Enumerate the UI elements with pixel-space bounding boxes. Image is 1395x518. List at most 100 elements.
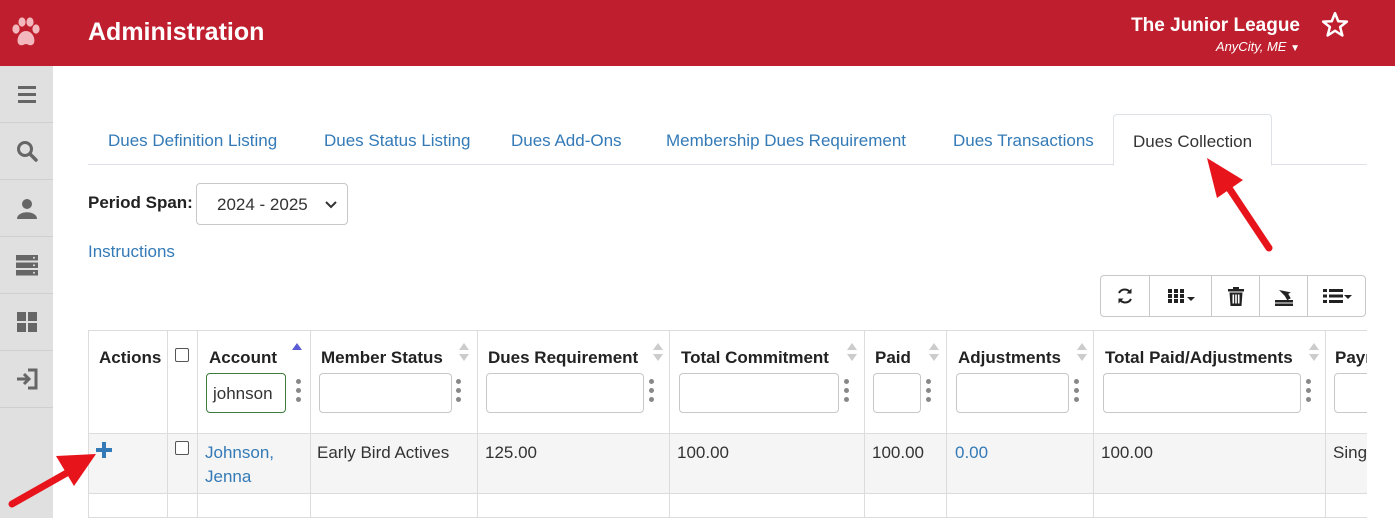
- sidebar-item-menu[interactable]: [0, 66, 53, 123]
- dashboard-icon: [16, 312, 37, 332]
- member-status-filter-menu-icon[interactable]: [456, 379, 462, 405]
- header-adjustments[interactable]: Adjustments: [958, 348, 1061, 368]
- sidebar-item-logout[interactable]: [0, 351, 53, 408]
- sidebar-item-search[interactable]: [0, 123, 53, 180]
- tab-bar: Dues Definition Listing Dues Status List…: [88, 114, 1367, 166]
- header-member-status[interactable]: Member Status: [321, 348, 443, 368]
- column-payment: Payı Singl: [1326, 331, 1367, 517]
- sort-icon[interactable]: [1077, 342, 1087, 362]
- annotation-arrow-tab: [1207, 158, 1273, 252]
- sort-asc-icon[interactable]: [292, 342, 302, 362]
- columns-icon: [1167, 289, 1195, 303]
- plus-icon: [96, 442, 112, 458]
- period-span-value: 2024 - 2025: [217, 195, 308, 214]
- tab-dues-definition-listing[interactable]: Dues Definition Listing: [108, 114, 277, 165]
- sort-icon[interactable]: [1309, 342, 1319, 362]
- app-header: Administration The Junior League AnyCity…: [0, 0, 1395, 66]
- logout-icon: [16, 368, 37, 390]
- column-total-commitment: Total Commitment 100.00: [670, 331, 865, 517]
- member-status-cell: Early Bird Actives: [317, 443, 450, 462]
- refresh-icon: [1118, 288, 1132, 304]
- sort-icon[interactable]: [459, 342, 469, 362]
- column-member-status: Member Status Early Bird Actives: [311, 331, 478, 517]
- column-dues-requirement: Dues Requirement 125.00: [478, 331, 670, 517]
- adjustments-link[interactable]: 0.00: [955, 441, 988, 465]
- tab-membership-dues-requirement[interactable]: Membership Dues Requirement: [666, 114, 906, 165]
- menu-icon: [17, 86, 36, 103]
- header-dues-requirement[interactable]: Dues Requirement: [488, 348, 638, 368]
- org-city-label: AnyCity, ME: [1215, 39, 1287, 54]
- total-commitment-cell: 100.00: [677, 443, 729, 462]
- chevron-down-icon: [325, 201, 337, 209]
- org-city-dropdown[interactable]: AnyCity, ME ▼: [1216, 39, 1300, 54]
- expand-row-button[interactable]: [95, 441, 113, 464]
- total-paid-adjustments-filter-menu-icon[interactable]: [1306, 379, 1312, 405]
- sort-icon[interactable]: [929, 342, 939, 362]
- export-button[interactable]: [1260, 276, 1308, 316]
- header-total-commitment[interactable]: Total Commitment: [681, 348, 829, 368]
- total-commitment-filter-menu-icon[interactable]: [844, 379, 850, 405]
- dues-collection-table: Actions Account johnson Johnson, Jenna M…: [88, 330, 1367, 518]
- member-status-filter-input[interactable]: [319, 373, 452, 413]
- paid-filter-menu-icon[interactable]: [926, 379, 932, 405]
- caret-down-icon: ▼: [1290, 43, 1300, 54]
- account-filter-input[interactable]: johnson: [206, 373, 286, 413]
- column-adjustments: Adjustments 0.00: [947, 331, 1094, 517]
- sort-icon[interactable]: [653, 342, 663, 362]
- column-account: Account johnson Johnson, Jenna: [198, 331, 311, 517]
- period-span-select[interactable]: 2024 - 2025: [196, 183, 348, 225]
- tab-dues-add-ons[interactable]: Dues Add-Ons: [511, 114, 622, 165]
- payment-filter-input[interactable]: [1334, 373, 1367, 413]
- row-checkbox[interactable]: [175, 441, 189, 455]
- sidebar-item-user[interactable]: [0, 180, 53, 237]
- period-span-label: Period Span:: [88, 193, 193, 212]
- sidebar-item-server[interactable]: [0, 237, 53, 294]
- column-select: [168, 331, 198, 517]
- adjustments-filter-input[interactable]: [956, 373, 1069, 413]
- header-payment[interactable]: Payı: [1335, 348, 1367, 368]
- favorite-star-icon[interactable]: [1320, 10, 1350, 40]
- account-link[interactable]: Johnson, Jenna: [205, 441, 274, 489]
- column-total-paid-adjustments: Total Paid/Adjustments 100.00: [1094, 331, 1326, 517]
- select-all-checkbox[interactable]: [175, 348, 189, 362]
- total-commitment-filter-input[interactable]: [679, 373, 839, 413]
- total-paid-adjustments-filter-input[interactable]: [1103, 373, 1301, 413]
- org-name[interactable]: The Junior League: [1131, 15, 1300, 37]
- paid-filter-input[interactable]: [873, 373, 921, 413]
- column-paid: Paid 100.00: [865, 331, 947, 517]
- header-account[interactable]: Account: [209, 348, 277, 368]
- account-last-name: Johnson,: [205, 443, 274, 462]
- grid-toolbar: [1100, 275, 1366, 317]
- columns-menu-button[interactable]: [1150, 276, 1212, 316]
- dues-requirement-filter-menu-icon[interactable]: [649, 379, 655, 405]
- list-menu-button[interactable]: [1308, 276, 1365, 316]
- server-icon: [15, 255, 38, 276]
- instructions-link[interactable]: Instructions: [88, 242, 175, 262]
- adjustments-filter-menu-icon[interactable]: [1074, 379, 1080, 405]
- column-actions: Actions: [89, 331, 168, 517]
- paid-cell: 100.00: [872, 443, 924, 462]
- payment-cell: Singl: [1333, 443, 1367, 462]
- paw-logo-icon[interactable]: [0, 0, 52, 66]
- header-total-paid-adjustments[interactable]: Total Paid/Adjustments: [1105, 348, 1293, 368]
- refresh-button[interactable]: [1101, 276, 1150, 316]
- tab-dues-collection[interactable]: Dues Collection: [1113, 114, 1273, 166]
- tab-dues-status-listing[interactable]: Dues Status Listing: [324, 114, 470, 165]
- header-paid[interactable]: Paid: [875, 348, 911, 368]
- search-icon: [16, 141, 38, 162]
- account-first-name: Jenna: [205, 467, 252, 486]
- sidebar-item-dashboard[interactable]: [0, 294, 53, 351]
- dues-requirement-cell: 125.00: [485, 443, 537, 462]
- export-icon: [1274, 289, 1293, 306]
- tab-dues-transactions[interactable]: Dues Transactions: [953, 114, 1094, 165]
- delete-button[interactable]: [1212, 276, 1260, 316]
- account-filter-menu-icon[interactable]: [296, 379, 302, 405]
- trash-icon: [1227, 286, 1244, 306]
- sidebar: [0, 66, 53, 518]
- dues-requirement-filter-input[interactable]: [486, 373, 644, 413]
- page-title: Administration: [88, 18, 265, 46]
- total-paid-adjustments-cell: 100.00: [1101, 443, 1153, 462]
- user-icon: [16, 199, 37, 219]
- list-icon: [1322, 289, 1352, 303]
- sort-icon[interactable]: [847, 342, 857, 362]
